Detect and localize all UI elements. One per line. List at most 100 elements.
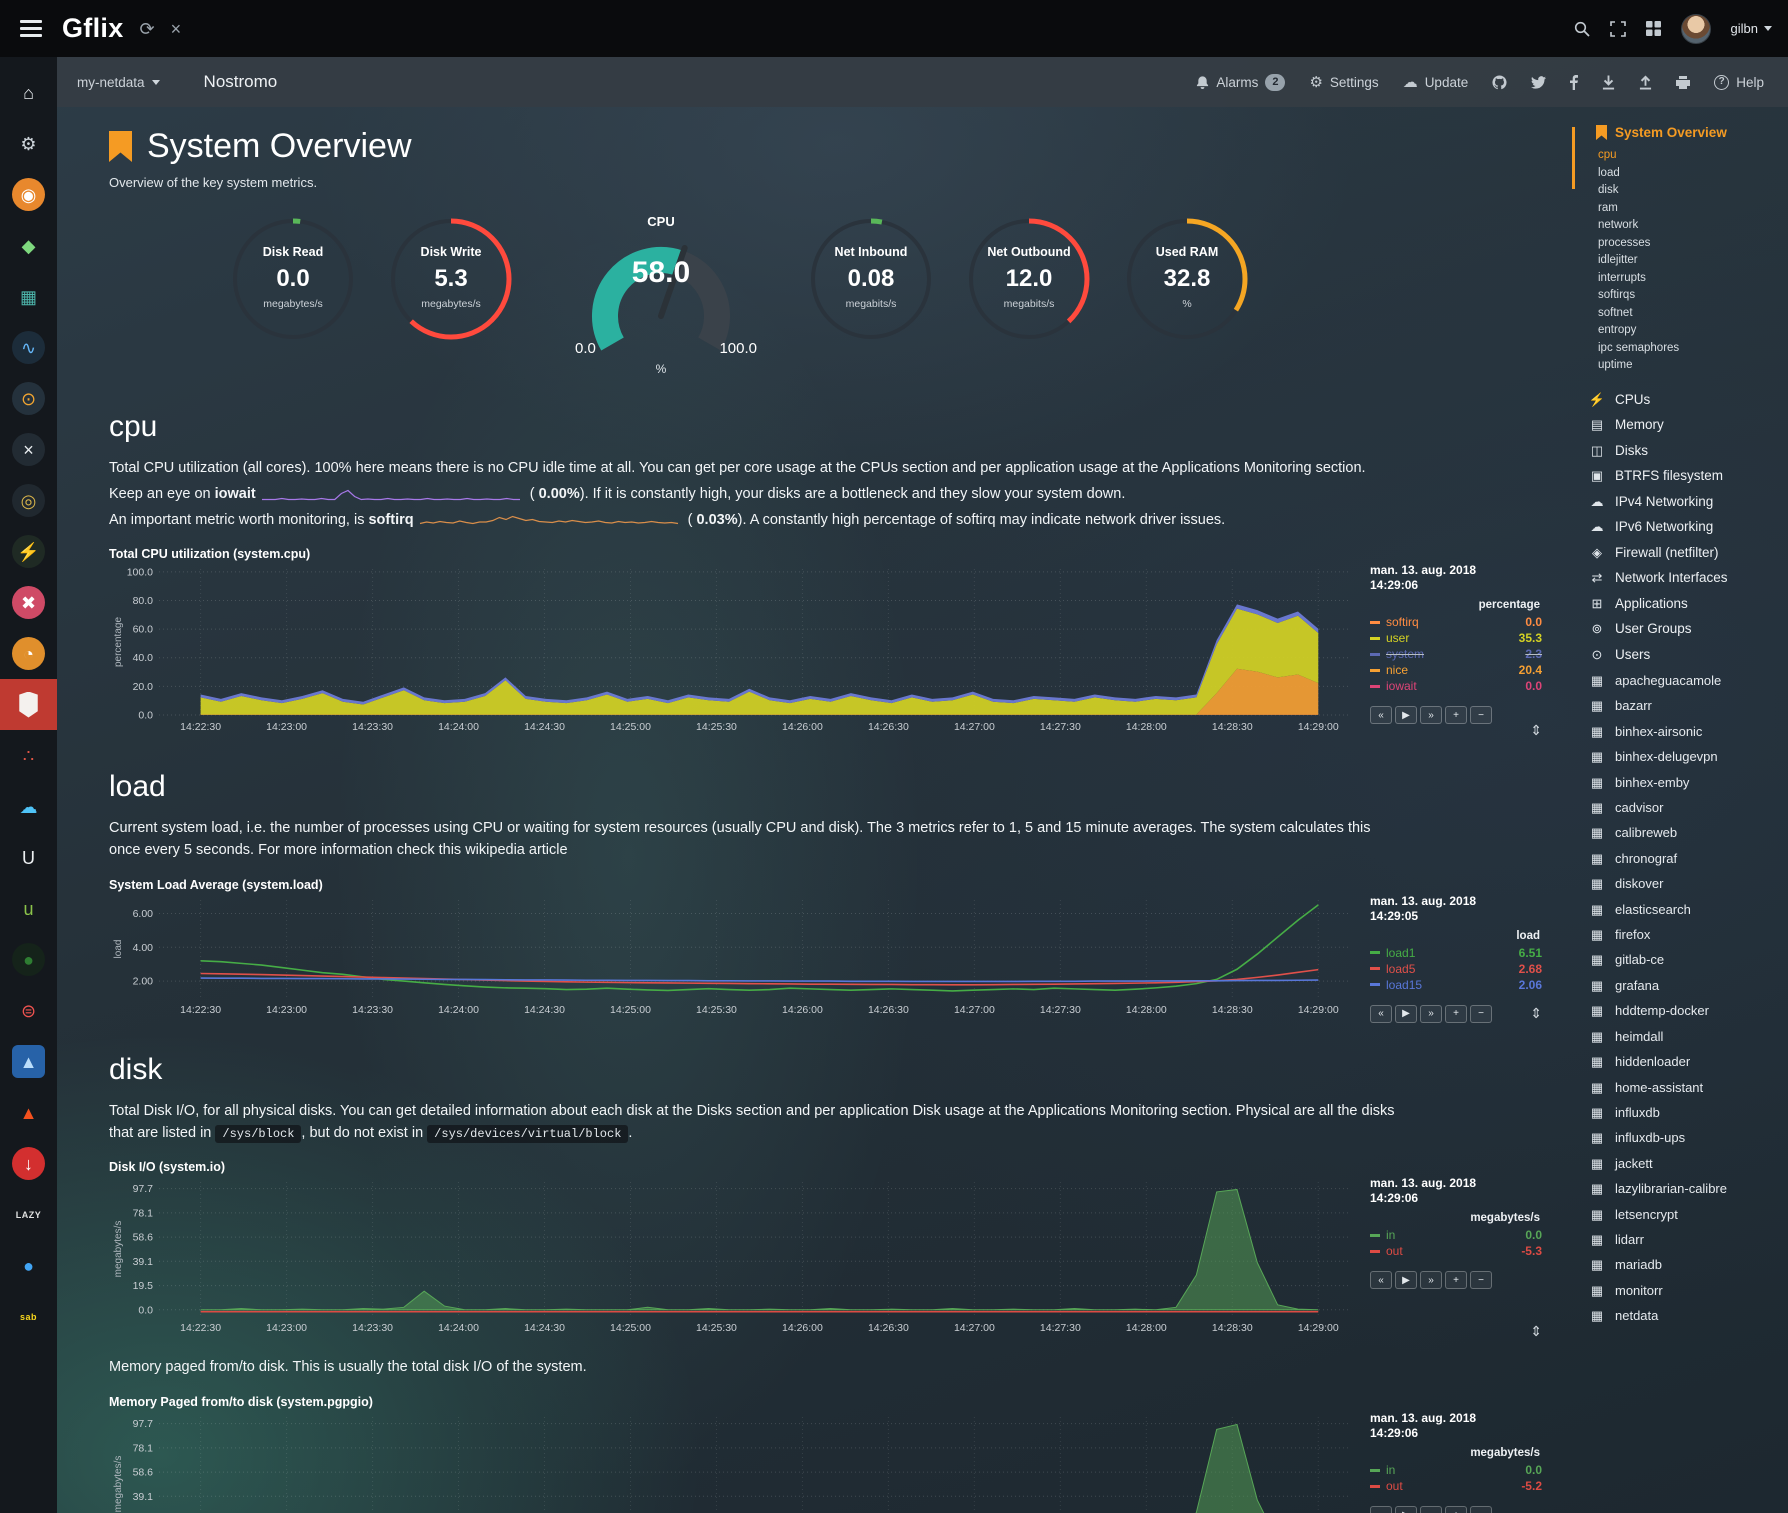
play-button[interactable]: ▶: [1395, 1005, 1417, 1023]
gauge-cpu[interactable]: CPU58.00.0100.0%: [555, 214, 767, 380]
sidebar-subitem-ipc-semaphores[interactable]: ipc semaphores: [1598, 340, 1780, 358]
chart-canvas-system.pgpgio[interactable]: 0.019.539.158.678.197.714:22:3014:23:001…: [109, 1411, 1354, 1513]
sidebar-section-ipv6-networking[interactable]: ☁IPv6 Networking: [1586, 514, 1780, 540]
sidebar-app-gold-ring-icon[interactable]: ◎: [0, 475, 57, 526]
gauge-disk-write[interactable]: Disk Write5.3megabytes/s: [385, 214, 517, 364]
chart-canvas-system.load[interactable]: 2.004.006.0014:22:3014:23:0014:23:3014:2…: [109, 894, 1354, 1018]
sidebar-section-applications[interactable]: ⊞Applications: [1586, 591, 1780, 617]
zoom-out-button[interactable]: −: [1470, 1005, 1492, 1023]
chart-resize-handle[interactable]: ⇕: [1530, 722, 1542, 739]
sidebar-app-blue-wave-icon[interactable]: ∿: [0, 322, 57, 373]
sidebar-section-memory[interactable]: ▤Memory: [1586, 412, 1780, 438]
user-avatar[interactable]: [1681, 14, 1711, 44]
sidebar-app-red-shield-icon[interactable]: [0, 679, 57, 730]
sidebar-app-red-download-icon[interactable]: ↓: [0, 1138, 57, 1189]
chart-plot[interactable]: 0.019.539.158.678.197.714:22:3014:23:001…: [109, 1176, 1354, 1341]
nav-upload[interactable]: [1639, 75, 1652, 90]
sidebar-app-cadvisor[interactable]: ▦cadvisor: [1586, 795, 1780, 820]
sidebar-section-network-interfaces[interactable]: ⇄Network Interfaces: [1586, 565, 1780, 591]
gauge-net-inbound[interactable]: Net Inbound0.08megabits/s: [805, 214, 937, 364]
gauge-used-ram[interactable]: Used RAM32.8%: [1121, 214, 1253, 364]
sidebar-subitem-softirqs[interactable]: softirqs: [1598, 287, 1780, 305]
chart-plot[interactable]: 0.019.539.158.678.197.714:22:3014:23:001…: [109, 1411, 1354, 1513]
sidebar-app-red-dots-icon[interactable]: ∴: [0, 730, 57, 781]
sidebar-section-btrfs-filesystem[interactable]: ▣BTRFS filesystem: [1586, 463, 1780, 489]
legend-row-in[interactable]: in0.0: [1370, 1462, 1542, 1478]
sidebar-settings-icon[interactable]: ⚙: [0, 118, 57, 169]
play-button[interactable]: ▶: [1395, 706, 1417, 724]
chart-canvas-system.cpu[interactable]: 0.020.040.060.080.0100.014:22:3014:23:00…: [109, 563, 1354, 735]
sidebar-app-bazarr[interactable]: ▦bazarr: [1586, 693, 1780, 718]
sidebar-subitem-ram[interactable]: ram: [1598, 200, 1780, 218]
sidebar-app-white-u-icon[interactable]: U: [0, 832, 57, 883]
apps-grid-icon[interactable]: [1646, 21, 1661, 36]
sidebar-app-orange-fox-icon[interactable]: ▲: [0, 1087, 57, 1138]
sidebar-subitem-disk[interactable]: disk: [1598, 182, 1780, 200]
sidebar-app-orange-graph-icon[interactable]: ◔: [0, 628, 57, 679]
pan-backward-button[interactable]: «: [1370, 1271, 1392, 1289]
gauge-disk-read[interactable]: Disk Read0.0megabytes/s: [227, 214, 359, 364]
sidebar-app-heimdall[interactable]: ▦heimdall: [1586, 1024, 1780, 1049]
legend-row-user[interactable]: user35.3: [1370, 630, 1542, 646]
sidebar-app-pills-icon[interactable]: ⊜: [0, 985, 57, 1036]
sidebar-app-influxdb-ups[interactable]: ▦influxdb-ups: [1586, 1125, 1780, 1150]
legend-row-softirq[interactable]: softirq0.0: [1370, 614, 1542, 630]
sidebar-app-binhex-delugevpn[interactable]: ▦binhex-delugevpn: [1586, 744, 1780, 769]
sidebar-app-binhex-airsonic[interactable]: ▦binhex-airsonic: [1586, 719, 1780, 744]
pan-backward-button[interactable]: «: [1370, 706, 1392, 724]
sidebar-app-gitlab-ce[interactable]: ▦gitlab-ce: [1586, 947, 1780, 972]
zoom-in-button[interactable]: +: [1445, 706, 1467, 724]
sidebar-app-hddtemp-docker[interactable]: ▦hddtemp-docker: [1586, 998, 1780, 1023]
pan-backward-button[interactable]: «: [1370, 1005, 1392, 1023]
sidebar-section-users[interactable]: ⊙Users: [1586, 642, 1780, 668]
sidebar-app-lazy-icon[interactable]: LAZY: [0, 1189, 57, 1240]
sidebar-app-red-cut-icon[interactable]: ✖: [0, 577, 57, 628]
sidebar-app-photo-tile-icon[interactable]: ▲: [0, 1036, 57, 1087]
pan-forward-button[interactable]: »: [1420, 1506, 1442, 1513]
fullscreen-icon[interactable]: [1610, 21, 1626, 37]
sidebar-subitem-processes[interactable]: processes: [1598, 235, 1780, 253]
chart-plot[interactable]: 0.020.040.060.080.0100.014:22:3014:23:00…: [109, 563, 1354, 740]
netdata-brand[interactable]: Nostromo: [204, 72, 278, 92]
sidebar-section-disks[interactable]: ◫Disks: [1586, 438, 1780, 464]
sidebar-app-grafana[interactable]: ▦grafana: [1586, 973, 1780, 998]
sidebar-app-green-bolt-icon[interactable]: ⚡: [0, 526, 57, 577]
sidebar-app-blue-drop-icon[interactable]: ●: [0, 1240, 57, 1291]
close-tab-icon[interactable]: ×: [171, 20, 182, 38]
sidebar-app-teal-stack-icon[interactable]: ▦: [0, 271, 57, 322]
nav-twitter[interactable]: [1531, 76, 1546, 89]
chart-plot[interactable]: 2.004.006.0014:22:3014:23:0014:23:3014:2…: [109, 894, 1354, 1023]
sidebar-section-system-overview[interactable]: System Overview: [1586, 125, 1780, 140]
zoom-out-button[interactable]: −: [1470, 1506, 1492, 1513]
legend-row-out[interactable]: out-5.3: [1370, 1243, 1542, 1259]
sidebar-app-monitorr[interactable]: ▦monitorr: [1586, 1278, 1780, 1303]
sidebar-app-apacheguacamole[interactable]: ▦apacheguacamole: [1586, 668, 1780, 693]
sidebar-subitem-network[interactable]: network: [1598, 217, 1780, 235]
sidebar-app-blue-cloud-icon[interactable]: ☁: [0, 781, 57, 832]
host-dropdown[interactable]: my-netdata: [77, 75, 160, 90]
hamburger-menu-icon[interactable]: [16, 16, 46, 41]
sidebar-app-netdata[interactable]: ▦netdata: [1586, 1303, 1780, 1328]
sidebar-app-home-assistant[interactable]: ▦home-assistant: [1586, 1075, 1780, 1100]
sidebar-subitem-interrupts[interactable]: interrupts: [1598, 270, 1780, 288]
chart-resize-handle[interactable]: ⇕: [1530, 1005, 1542, 1022]
sidebar-app-green-gem-icon[interactable]: ◆: [0, 220, 57, 271]
sidebar-app-search-orange-icon[interactable]: ⊙: [0, 373, 57, 424]
pan-forward-button[interactable]: »: [1420, 1271, 1442, 1289]
sidebar-home-icon[interactable]: ⌂: [0, 67, 57, 118]
play-button[interactable]: ▶: [1395, 1506, 1417, 1513]
zoom-in-button[interactable]: +: [1445, 1506, 1467, 1513]
search-icon[interactable]: [1574, 21, 1590, 37]
nav-settings[interactable]: ⚙Settings: [1309, 75, 1378, 90]
sidebar-app-green-u-icon[interactable]: u: [0, 883, 57, 934]
zoom-in-button[interactable]: +: [1445, 1271, 1467, 1289]
sidebar-app-dark-green-circle-icon[interactable]: ●: [0, 934, 57, 985]
pan-forward-button[interactable]: »: [1420, 1005, 1442, 1023]
nav-download[interactable]: [1602, 75, 1615, 90]
sidebar-subitem-cpu[interactable]: cpu: [1598, 147, 1780, 165]
legend-row-nice[interactable]: nice20.4: [1370, 662, 1542, 678]
nav-update[interactable]: ☁Update: [1403, 75, 1469, 90]
sidebar-app-lazylibrarian-calibre[interactable]: ▦lazylibrarian-calibre: [1586, 1176, 1780, 1201]
legend-row-in[interactable]: in0.0: [1370, 1227, 1542, 1243]
refresh-tab-icon[interactable]: ⟳: [140, 20, 155, 38]
